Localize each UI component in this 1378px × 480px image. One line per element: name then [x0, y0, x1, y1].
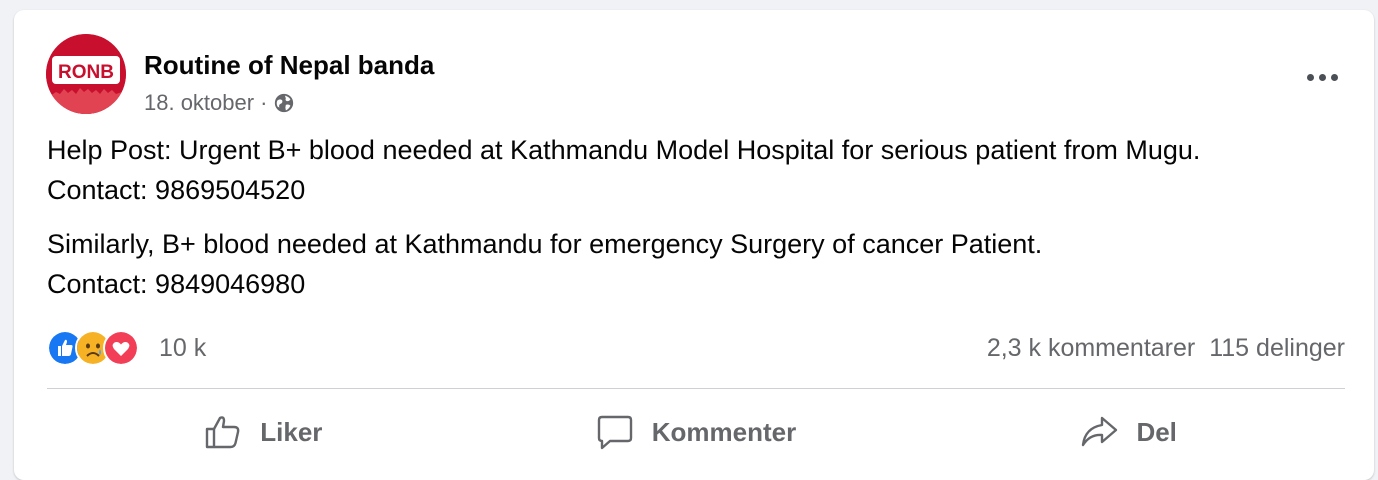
author-name[interactable]: Routine of Nepal banda [144, 50, 434, 81]
post-text-line: Contact: 9849046980 [47, 269, 306, 299]
share-arrow-icon [1080, 414, 1118, 450]
more-dot-icon [1318, 73, 1326, 81]
reaction-count[interactable]: 10 k [159, 334, 206, 363]
avatar[interactable]: RONB [46, 34, 126, 114]
like-button[interactable]: Liker [47, 402, 480, 462]
post-body: Help Post: Urgent B+ blood needed at Kat… [47, 130, 1357, 318]
post-paragraph-2: Similarly, B+ blood needed at Kathmandu … [47, 224, 1357, 304]
comment-bubble-icon [596, 414, 634, 450]
thumbs-up-icon [204, 414, 242, 450]
post-paragraph-1: Help Post: Urgent B+ blood needed at Kat… [47, 130, 1357, 210]
like-label: Liker [260, 416, 323, 447]
more-dot-icon [1306, 73, 1314, 81]
post-text-line: Similarly, B+ blood needed at Kathmandu … [47, 229, 1043, 259]
post-actions: Liker Kommenter Del [47, 402, 1345, 462]
post-meta: 18. oktober · [144, 90, 295, 116]
share-count[interactable]: 115 delinger [1209, 334, 1345, 363]
reactions-summary[interactable]: 10 k [47, 330, 206, 366]
post-text-line: Contact: 9869504520 [47, 175, 306, 205]
share-label: Del [1136, 416, 1177, 447]
meta-separator: · [260, 90, 268, 115]
post-text-line: Help Post: Urgent B+ blood needed at Kat… [47, 135, 1201, 165]
comment-label: Kommenter [651, 416, 797, 447]
engagement-counts: 2,3 k kommentarer 115 delinger [987, 334, 1345, 363]
comment-count[interactable]: 2,3 k kommentarer [987, 334, 1195, 363]
svg-text:RONB: RONB [58, 62, 114, 83]
more-options-button[interactable] [1298, 62, 1346, 92]
avatar-logo: RONB [46, 34, 126, 114]
post-date[interactable]: 18. oktober [144, 90, 254, 116]
love-icon [103, 330, 139, 366]
post-card: RONB Routine of Nepal banda 18. oktober … [14, 10, 1374, 480]
share-button[interactable]: Del [912, 402, 1345, 462]
more-dot-icon [1330, 73, 1338, 81]
post-stats: 10 k 2,3 k kommentarer 115 delinger [47, 328, 1345, 368]
reaction-icons [47, 330, 139, 366]
divider [47, 388, 1345, 389]
comment-button[interactable]: Kommenter [480, 402, 913, 462]
post-header: RONB Routine of Nepal banda 18. oktober … [46, 34, 1346, 116]
globe-icon [273, 92, 295, 114]
